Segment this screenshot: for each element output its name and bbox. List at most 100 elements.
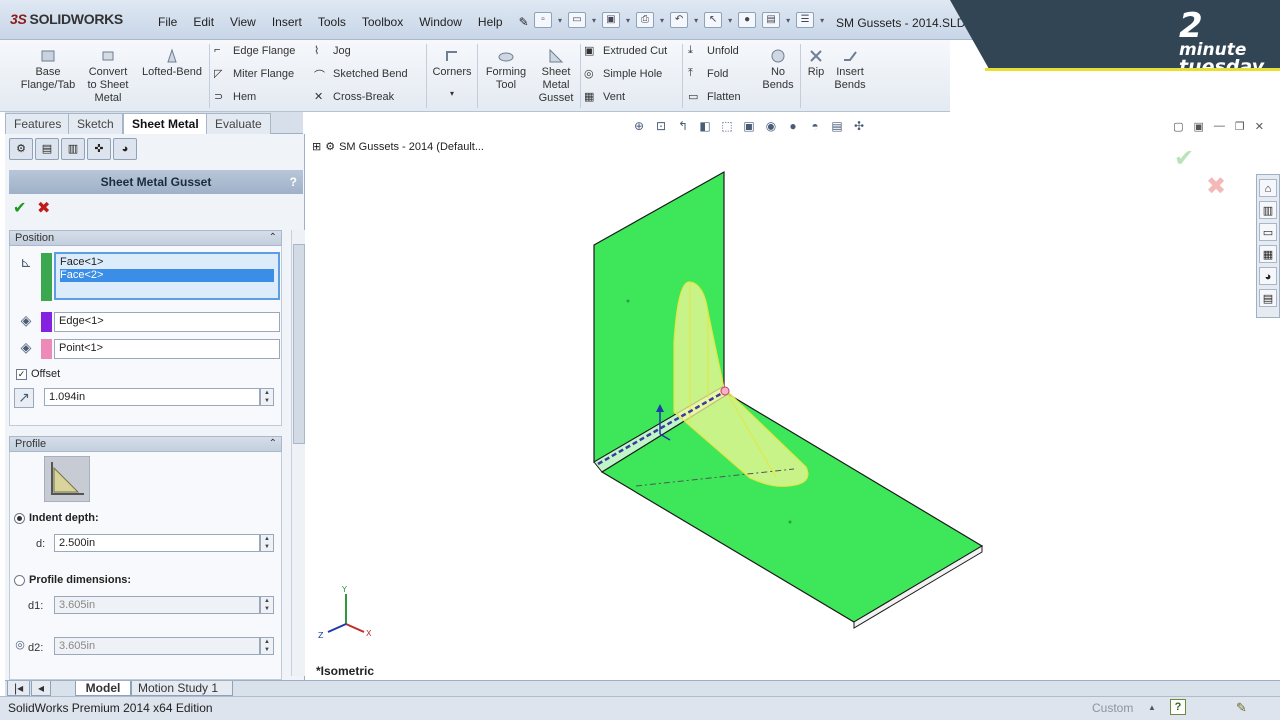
chevron-up-icon[interactable]: ▲	[1148, 703, 1156, 712]
forming-tool-button[interactable]: Forming Tool	[482, 48, 530, 92]
offset-direction-icon[interactable]: ↗	[14, 388, 34, 408]
save-icon[interactable]: ▣	[602, 12, 621, 28]
design-library-icon[interactable]: ▥	[1259, 201, 1277, 219]
base-flange-button[interactable]: Base Flange/Tab	[20, 48, 76, 92]
flatten-button[interactable]: ▭ Flatten	[688, 90, 741, 104]
tab-sketch[interactable]: Sketch	[68, 113, 123, 134]
view-settings-icon[interactable]: ▤	[829, 118, 845, 134]
close-icon[interactable]: ✕	[1255, 120, 1264, 133]
sheet-metal-gusset-button[interactable]: Sheet Metal Gusset	[534, 48, 578, 105]
rotate-view-icon[interactable]: ✣	[851, 118, 867, 134]
help-icon[interactable]: ?	[290, 170, 297, 194]
menu-edit[interactable]: Edit	[185, 15, 222, 29]
menu-toolbox[interactable]: Toolbox	[354, 15, 411, 29]
tag-icon[interactable]: ✎	[1236, 700, 1247, 716]
home-icon[interactable]: ⌂	[1259, 179, 1277, 197]
confirmation-cancel-icon[interactable]: ✖	[1206, 172, 1226, 201]
minimize-icon[interactable]: —	[1214, 120, 1225, 133]
edge-selection-box[interactable]: Edge<1>	[54, 312, 280, 332]
vent-button[interactable]: ▦ Vent	[584, 90, 625, 104]
cross-break-button[interactable]: ✕ Cross-Break	[314, 90, 394, 104]
chevron-down-icon[interactable]: ▾	[786, 16, 790, 25]
dimxpert-icon[interactable]: ✜	[87, 138, 111, 160]
ok-button[interactable]: ✔	[13, 198, 26, 218]
offset-distance-input[interactable]: 1.094in	[44, 388, 260, 406]
open-folder-icon[interactable]: ▭	[568, 12, 587, 28]
menu-tools[interactable]: Tools	[310, 15, 354, 29]
print-icon[interactable]: ⎙	[636, 12, 655, 28]
rip-button[interactable]: Rip	[802, 48, 830, 79]
nav-prev-icon[interactable]: ◂	[31, 681, 52, 696]
checkbox-checked[interactable]: ✓	[16, 368, 27, 380]
menu-view[interactable]: View	[222, 15, 264, 29]
fold-button[interactable]: ⤒ Fold	[688, 67, 728, 81]
nav-first-icon[interactable]: |◂	[7, 681, 31, 696]
display-manager-icon[interactable]: ◕	[113, 138, 137, 160]
previous-view-icon[interactable]: ↰	[675, 118, 691, 134]
unfold-button[interactable]: ⤓ Unfold	[688, 44, 739, 58]
extruded-cut-button[interactable]: ▣ Extruded Cut	[584, 44, 667, 58]
tab-motion-study[interactable]: Motion Study 1	[131, 681, 233, 696]
point-selection-box[interactable]: Point<1>	[54, 339, 280, 359]
confirmation-ok-icon[interactable]: ✔	[1174, 144, 1194, 173]
display-style-icon[interactable]: ▣	[741, 118, 757, 134]
tab-features[interactable]: Features	[5, 113, 71, 134]
feature-tree-icon[interactable]: ⚙	[9, 138, 33, 160]
d1-input[interactable]: 3.605in	[54, 596, 260, 614]
edge-flange-button[interactable]: ⌐ Edge Flange	[214, 44, 295, 58]
tab-model[interactable]: Model	[75, 681, 131, 696]
appearances-icon[interactable]: ◕	[1259, 267, 1277, 285]
offset-checkbox[interactable]: ✓ Offset	[16, 368, 60, 380]
chevron-down-icon[interactable]: ▾	[660, 16, 664, 25]
convert-to-sheet-metal-button[interactable]: Convert to Sheet Metal	[82, 48, 134, 105]
scrollbar-thumb[interactable]	[293, 244, 305, 444]
restore-icon[interactable]: ▣	[1194, 120, 1204, 133]
custom-properties-icon[interactable]: ▤	[1259, 289, 1277, 307]
select-arrow-icon[interactable]: ↖	[704, 12, 723, 28]
tab-sheet-metal[interactable]: Sheet Metal	[123, 113, 208, 135]
menu-insert[interactable]: Insert	[264, 15, 310, 29]
face-2-item[interactable]: Face<2>	[60, 269, 274, 282]
chevron-down-icon[interactable]: ▾	[558, 16, 562, 25]
tile-icon[interactable]: ▢	[1173, 120, 1183, 133]
zoom-to-area-icon[interactable]: ⊡	[653, 118, 669, 134]
chevron-down-icon[interactable]: ▾	[820, 16, 824, 25]
section-view-icon[interactable]: ◧	[697, 118, 713, 134]
apply-scene-icon[interactable]: ◓	[807, 118, 823, 134]
menu-help[interactable]: Help	[470, 15, 511, 29]
graphics-area[interactable]: ⊞ ⚙ SM Gussets - 2014 (Default... ⊕ ⊡ ↰ …	[306, 112, 1280, 680]
chevron-down-icon[interactable]: ▾	[430, 87, 474, 100]
chevron-down-icon[interactable]: ▾	[694, 16, 698, 25]
jog-button[interactable]: ⌇ Jog	[314, 44, 351, 58]
rebuild-icon[interactable]: ●	[738, 12, 757, 28]
options-icon[interactable]: ☰	[796, 12, 815, 28]
configuration-manager-icon[interactable]: ▥	[61, 138, 85, 160]
radio-selected[interactable]	[14, 512, 25, 524]
hem-button[interactable]: ⊃ Hem	[214, 90, 256, 104]
model-view[interactable]	[306, 112, 1280, 680]
file-explorer-icon[interactable]: ▭	[1259, 223, 1277, 241]
units-dropdown[interactable]: Custom	[1092, 701, 1133, 715]
new-document-icon[interactable]: ▫	[534, 12, 552, 28]
hide-show-items-icon[interactable]: ◉	[763, 118, 779, 134]
expand-icon[interactable]: ⊞	[312, 140, 321, 153]
miter-flange-button[interactable]: ◸ Miter Flange	[214, 67, 294, 81]
indent-depth-radio[interactable]: Indent depth:	[14, 512, 99, 524]
insert-bends-button[interactable]: Insert Bends	[832, 48, 868, 92]
property-manager-icon[interactable]: ▤	[35, 138, 59, 160]
position-group-header[interactable]: Position ⌃	[9, 230, 282, 246]
simple-hole-button[interactable]: ◎ Simple Hole	[584, 67, 662, 81]
d2-input[interactable]: 3.605in	[54, 637, 260, 655]
profile-group-header[interactable]: Profile ⌃	[9, 436, 282, 452]
lofted-bend-button[interactable]: Lofted-Bend	[138, 48, 206, 79]
indent-depth-input[interactable]: 2.500in	[54, 534, 260, 552]
maximize-icon[interactable]: ❐	[1235, 120, 1245, 133]
faces-selection-box[interactable]: Face<1> Face<2>	[54, 252, 280, 300]
d2-spinner[interactable]: ▲ ▼	[260, 637, 274, 655]
selected-point[interactable]	[720, 386, 730, 396]
d2-radio-icon[interactable]: ◎	[10, 638, 30, 658]
d1-spinner[interactable]: ▲ ▼	[260, 596, 274, 614]
menu-window[interactable]: Window	[411, 15, 470, 29]
feature-tree-root[interactable]: ⊞ ⚙ SM Gussets - 2014 (Default...	[312, 140, 484, 154]
chevron-down-icon[interactable]: ▾	[592, 16, 596, 25]
